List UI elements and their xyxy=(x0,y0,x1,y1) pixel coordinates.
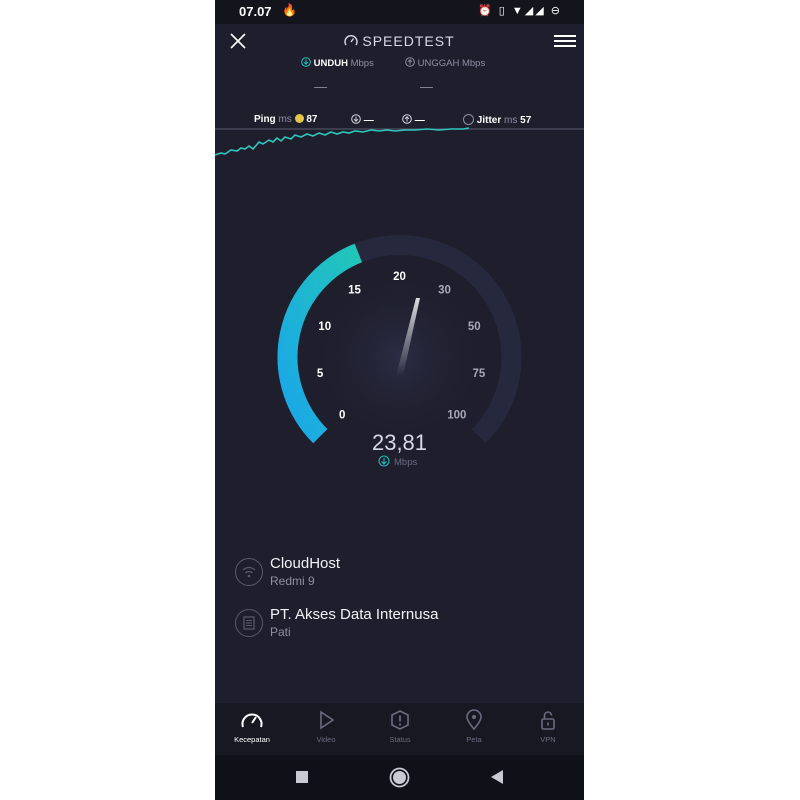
download-icon xyxy=(301,57,311,67)
bottom-tab-bar: Kecepatan Video Status Peta VPN xyxy=(215,703,584,755)
tab-kecepatan[interactable]: Kecepatan xyxy=(215,709,289,744)
tab-label-kecepatan: Kecepatan xyxy=(234,735,270,744)
tab-video[interactable]: Video xyxy=(289,709,363,744)
tab-label-video: Video xyxy=(316,735,336,744)
tab-label-vpn: VPN xyxy=(540,735,556,744)
gauge-tick-label: 100 xyxy=(447,409,466,421)
flame-icon: 🔥 xyxy=(282,3,297,17)
tab-label-peta: Peta xyxy=(466,735,482,744)
gauge-tick-label: 5 xyxy=(317,368,324,380)
speed-unit-row: Mbps xyxy=(378,455,417,468)
download-label-text: UNDUH xyxy=(313,58,348,69)
tab-peta[interactable]: Peta xyxy=(437,709,511,744)
gauge-tick-label: 20 xyxy=(393,271,406,283)
upload-icon xyxy=(405,57,415,67)
provider-name: PT. Akses Data Internusa xyxy=(270,606,439,623)
map-pin-icon xyxy=(466,709,482,731)
app-title: SPEEDTEST xyxy=(215,33,584,49)
server-host: CloudHost xyxy=(270,555,341,572)
menu-icon[interactable] xyxy=(554,32,576,50)
recents-button[interactable] xyxy=(295,770,309,784)
alert-icon xyxy=(391,710,409,730)
gauge-tick-label: 75 xyxy=(473,368,486,380)
status-icons: ⏰ ▯ ▼◢◢ ⊖ xyxy=(478,5,562,17)
speed-gauge: 0 5 10 15 20 30 50 75 100 23,81 Mbps xyxy=(277,235,522,468)
tab-label-status: Status xyxy=(389,735,411,744)
provider-location: Pati xyxy=(270,625,291,639)
status-bar: 07.07 🔥 ⏰ ▯ ▼◢◢ ⊖ xyxy=(215,0,584,24)
ping-graph xyxy=(215,127,584,156)
tab-status[interactable]: Status xyxy=(363,709,437,744)
system-nav-bar xyxy=(215,755,584,800)
speed-icon xyxy=(241,713,263,728)
download-label: UNDUH Mbps xyxy=(301,57,374,69)
gauge-tick-label: 0 xyxy=(339,409,345,421)
gauge-tick-label: 30 xyxy=(438,285,451,297)
home-button[interactable] xyxy=(389,767,410,788)
upload-label-text: UNGGAH xyxy=(417,58,460,69)
wifi-icon xyxy=(235,558,263,586)
lock-icon xyxy=(541,711,555,730)
upload-label: UNGGAH Mbps xyxy=(405,57,485,69)
speedometer-icon xyxy=(344,35,359,46)
gauge-tick-label: 50 xyxy=(468,321,481,333)
gauge-tick-label: 15 xyxy=(348,285,361,297)
download-unit: Mbps xyxy=(350,58,374,69)
server-icon xyxy=(235,609,263,637)
back-button[interactable] xyxy=(490,769,504,785)
tab-vpn[interactable]: VPN xyxy=(511,709,584,744)
speed-reading: 23,81 xyxy=(372,430,427,455)
gauge-tick-label: 10 xyxy=(318,321,331,333)
download-value: — xyxy=(314,79,327,94)
upload-value: — xyxy=(420,79,433,94)
upload-unit: Mbps xyxy=(461,58,486,69)
app-screen: 07.07 🔥 ⏰ ▯ ▼◢◢ ⊖ SPEEDTEST UNDUH Mbps U… xyxy=(215,0,584,800)
play-icon xyxy=(320,710,335,730)
status-time: 07.07 xyxy=(239,4,272,19)
app-title-text: SPEEDTEST xyxy=(362,33,455,49)
speed-unit: Mbps xyxy=(394,457,417,468)
server-device: Redmi 9 xyxy=(270,574,315,588)
